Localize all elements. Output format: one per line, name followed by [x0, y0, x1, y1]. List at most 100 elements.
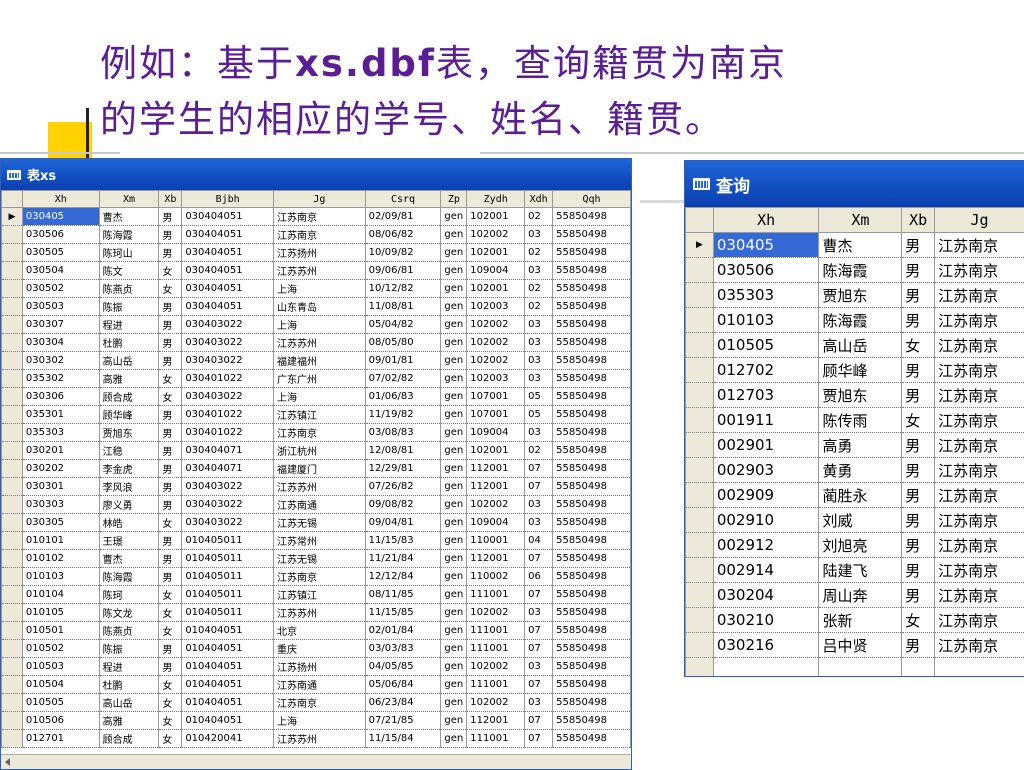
table-row[interactable]: 002901高勇男江苏南京 [686, 433, 1024, 458]
table-cell[interactable]: 002903 [713, 458, 819, 483]
table-cell[interactable]: 09/06/81 [365, 262, 441, 280]
table-cell[interactable]: 03 [525, 370, 553, 388]
table-cell[interactable]: 112001 [467, 712, 525, 730]
table-cell[interactable]: 高山岳 [99, 694, 159, 712]
table-cell[interactable]: 010504 [22, 676, 99, 694]
table-cell[interactable]: 01/06/83 [365, 388, 441, 406]
table-cell[interactable]: 男 [902, 233, 935, 258]
table-cell[interactable]: 男 [159, 460, 182, 478]
column-header[interactable]: Xdh [525, 191, 553, 208]
table-cell[interactable]: 江苏扬州 [274, 244, 366, 262]
table-cell[interactable]: 江苏南京 [935, 433, 1024, 458]
table-cell[interactable]: gen [441, 640, 467, 658]
record-selector[interactable] [2, 640, 23, 658]
table-cell[interactable]: 江苏南京 [935, 333, 1024, 358]
table-cell[interactable]: 江苏扬州 [274, 658, 366, 676]
table-cell[interactable]: 男 [902, 583, 935, 608]
table-cell[interactable]: 111001 [467, 586, 525, 604]
record-selector[interactable]: ▶ [2, 208, 23, 226]
table-cell[interactable]: gen [441, 622, 467, 640]
table-row[interactable]: 012701顾合成女010420041江苏苏州11/15/84gen111001… [2, 730, 631, 748]
table-cell[interactable]: 06/23/84 [365, 694, 441, 712]
table-cell[interactable]: 男 [159, 442, 182, 460]
table-cell[interactable]: 030404071 [182, 460, 274, 478]
table-cell[interactable]: 102002 [467, 316, 525, 334]
table-cell[interactable]: 111001 [467, 730, 525, 748]
table-cell[interactable]: 55850498 [553, 316, 631, 334]
table-cell[interactable]: 江苏常州 [274, 532, 366, 550]
table-cell[interactable]: 07/02/82 [365, 370, 441, 388]
column-header[interactable]: Bjbh [182, 191, 274, 208]
table-cell[interactable]: 030506 [713, 258, 819, 283]
table-cell[interactable]: 12/08/81 [365, 442, 441, 460]
table-cell[interactable]: 030204 [713, 583, 819, 608]
table-cell[interactable]: 102001 [467, 442, 525, 460]
record-selector[interactable] [2, 370, 23, 388]
table-cell[interactable]: gen [441, 676, 467, 694]
table-cell[interactable]: gen [441, 208, 467, 226]
table-cell[interactable]: 吕中贤 [819, 633, 902, 658]
table-cell[interactable]: 010103 [22, 568, 99, 586]
table-row[interactable]: 030204周山奔男江苏南京 [686, 583, 1024, 608]
table-cell[interactable]: 03 [525, 514, 553, 532]
table-cell[interactable]: gen [441, 370, 467, 388]
table-cell[interactable]: 江苏南京 [274, 208, 366, 226]
table-cell[interactable]: gen [441, 388, 467, 406]
table-cell[interactable]: 北京 [274, 622, 366, 640]
table-row[interactable]: 010102曹杰男010405011江苏无锡11/21/84gen1120010… [2, 550, 631, 568]
table-cell[interactable]: 男 [902, 383, 935, 408]
table-cell[interactable]: 男 [902, 558, 935, 583]
table-cell[interactable]: 陈珂 [99, 586, 159, 604]
table-cell[interactable]: 程进 [99, 658, 159, 676]
table-row[interactable]: 030301李风浪男030403022江苏苏州07/26/82gen112001… [2, 478, 631, 496]
table-cell[interactable]: 福建福州 [274, 352, 366, 370]
table-row[interactable]: 002912刘旭亮男江苏南京 [686, 533, 1024, 558]
table-cell[interactable]: 江苏无锡 [274, 550, 366, 568]
table-row[interactable]: 002909蔺胜永男江苏南京 [686, 483, 1024, 508]
record-selector[interactable] [2, 496, 23, 514]
record-selector[interactable] [686, 283, 714, 308]
record-selector[interactable] [2, 568, 23, 586]
table-cell[interactable]: gen [441, 406, 467, 424]
table-cell[interactable]: 江苏南通 [274, 496, 366, 514]
table-cell[interactable]: 陈海霞 [99, 226, 159, 244]
table-cell[interactable]: 曹杰 [819, 233, 902, 258]
record-selector[interactable] [2, 316, 23, 334]
record-selector[interactable] [686, 383, 714, 408]
column-header[interactable]: Xm [99, 191, 159, 208]
table-cell[interactable]: 08/05/80 [365, 334, 441, 352]
table-cell[interactable]: 010404051 [182, 694, 274, 712]
table-cell[interactable]: 男 [159, 316, 182, 334]
table-cell[interactable]: 陈传雨 [819, 408, 902, 433]
table-cell[interactable]: 010404051 [182, 676, 274, 694]
table-cell[interactable]: 002912 [713, 533, 819, 558]
table-cell[interactable]: gen [441, 478, 467, 496]
table-row[interactable]: 010504杜鹏女010404051江苏南通05/06/84gen1110010… [2, 676, 631, 694]
table-cell[interactable]: 陈燕贞 [99, 622, 159, 640]
table-cell[interactable]: 女 [159, 622, 182, 640]
table-cell[interactable]: 江苏苏州 [274, 478, 366, 496]
table-cell[interactable]: 高雅 [99, 370, 159, 388]
table-row[interactable]: 010104陈珂女010405011江苏镇江08/11/85gen1110010… [2, 586, 631, 604]
table-cell[interactable]: 110002 [467, 568, 525, 586]
table-row[interactable]: 030303廖义勇男030403022江苏南通09/08/82gen102002… [2, 496, 631, 514]
table-cell[interactable]: gen [441, 730, 467, 748]
table-cell[interactable]: 李风浪 [99, 478, 159, 496]
table-cell[interactable]: 陆建飞 [819, 558, 902, 583]
table-cell[interactable]: 11/08/81 [365, 298, 441, 316]
table-cell[interactable]: 111001 [467, 640, 525, 658]
table-cell[interactable]: 江苏南京 [274, 424, 366, 442]
table-cell[interactable]: gen [441, 244, 467, 262]
table-cell[interactable]: 102002 [467, 226, 525, 244]
table-cell[interactable]: 05 [525, 388, 553, 406]
table-cell[interactable]: gen [441, 298, 467, 316]
table-cell[interactable]: 012702 [713, 358, 819, 383]
table-cell[interactable]: 02 [525, 280, 553, 298]
table-cell[interactable]: 男 [902, 458, 935, 483]
column-header[interactable]: Xb [902, 208, 935, 233]
table-cell[interactable]: gen [441, 460, 467, 478]
table-cell[interactable]: 030502 [22, 280, 99, 298]
table-cell[interactable]: 012703 [713, 383, 819, 408]
record-selector[interactable] [2, 442, 23, 460]
record-selector[interactable] [686, 258, 714, 283]
